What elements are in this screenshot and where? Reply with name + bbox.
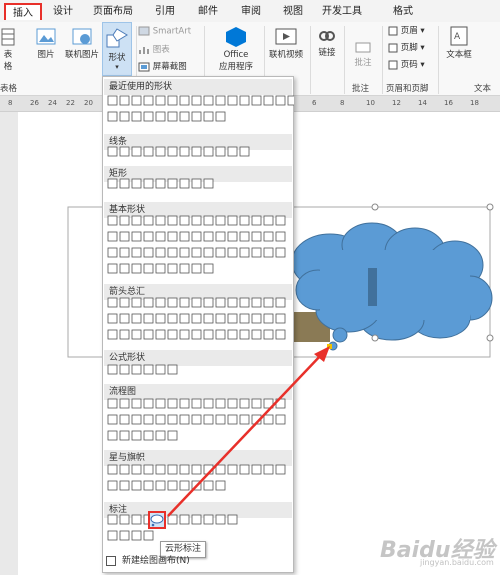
watermark-url: jingyan.baidu.com [420, 558, 494, 567]
canvas-icon [106, 555, 116, 566]
new-canvas-label: 新建绘图画布(N) [122, 556, 190, 566]
word-window: 插入 设计 页面布局 引用 邮件 审阅 视图 开发工具 格式 表格 表格 图片 … [0, 0, 500, 575]
cloud-callout-shape[interactable] [148, 511, 166, 529]
annotation-arrow [167, 353, 323, 517]
cloud-callout-icon [150, 514, 164, 527]
new-canvas-item[interactable]: 新建绘图画布(N) [106, 553, 190, 566]
annotation-layer [167, 346, 330, 517]
